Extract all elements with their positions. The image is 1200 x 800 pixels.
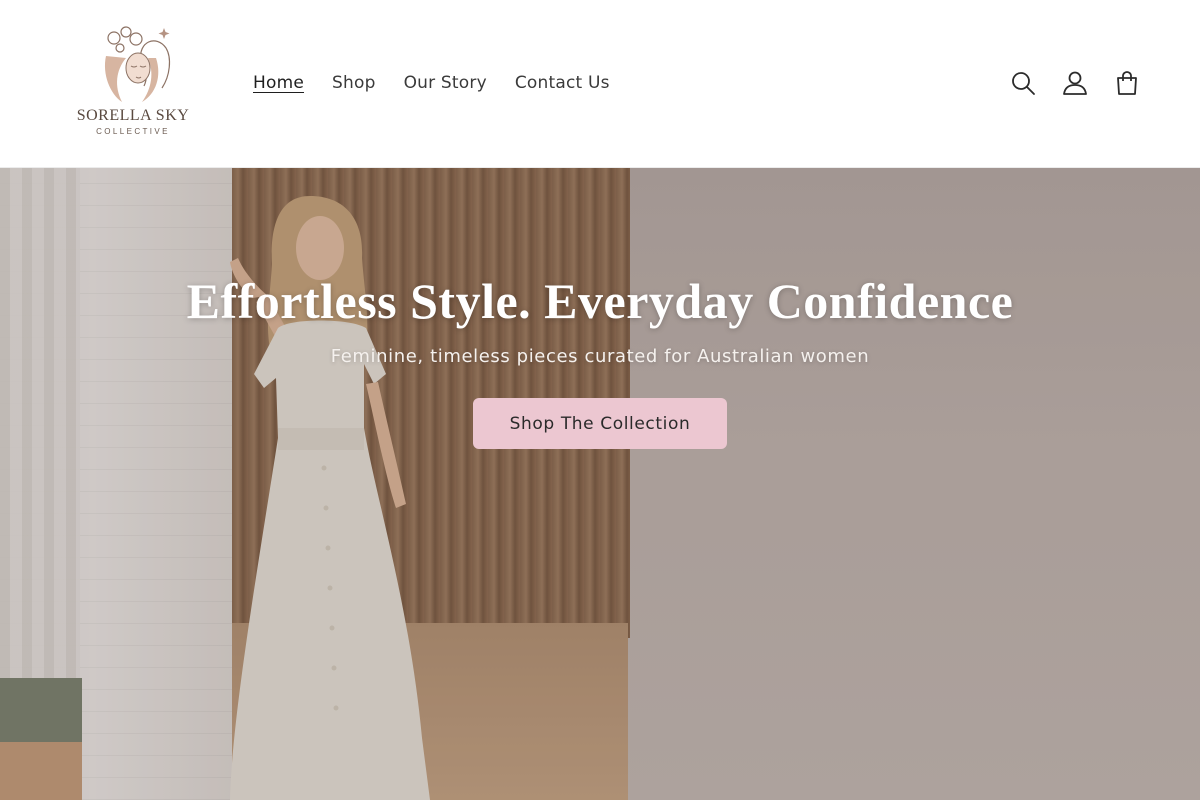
brand-name: SORELLA SKY xyxy=(76,107,190,124)
hero-subtitle: Feminine, timeless pieces curated for Au… xyxy=(330,346,870,367)
nav-item-our-story[interactable]: Our Story xyxy=(404,72,487,94)
account-icon xyxy=(1063,71,1087,95)
nav-item-contact-us[interactable]: Contact Us xyxy=(515,72,610,94)
brand-logo[interactable]: SORELLA SKY COLLECTIVE xyxy=(68,22,198,140)
search-button[interactable] xyxy=(1008,66,1038,100)
brand-tagline: COLLECTIVE xyxy=(96,127,170,136)
site-header: SORELLA SKY COLLECTIVE Home Shop Our Sto… xyxy=(0,0,1200,168)
header-icon-group xyxy=(1008,66,1142,100)
nav-item-shop[interactable]: Shop xyxy=(332,72,376,94)
cart-button[interactable] xyxy=(1112,66,1142,100)
account-button[interactable] xyxy=(1060,66,1090,100)
woman-floral-logo-icon xyxy=(104,26,171,102)
hero-tint-overlay xyxy=(0,168,1200,800)
nav-item-home[interactable]: Home xyxy=(253,72,304,94)
shop-collection-button[interactable]: Shop The Collection xyxy=(473,398,727,449)
cart-icon xyxy=(1117,71,1137,95)
hero-banner: Effortless Style. Everyday Confidence Fe… xyxy=(0,168,1200,800)
main-nav: Home Shop Our Story Contact Us xyxy=(253,72,610,94)
search-icon xyxy=(1012,72,1035,95)
hero-title: Effortless Style. Everyday Confidence xyxy=(186,273,1014,329)
